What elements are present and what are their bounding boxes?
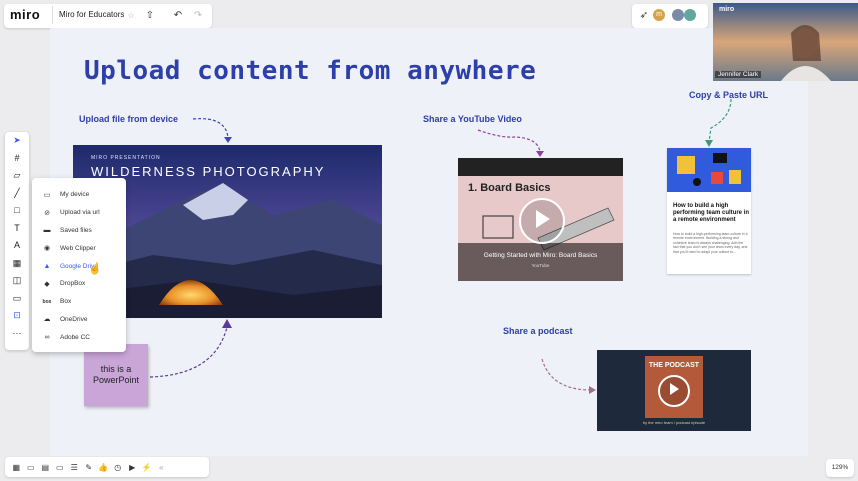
hand-cursor-icon: ☝	[88, 263, 102, 275]
yt-source: YouTube	[531, 263, 550, 268]
folder-icon: ▬	[43, 226, 51, 234]
box-icon: box	[42, 298, 52, 305]
reactions-icon[interactable]: 👍	[96, 463, 111, 472]
menu-item-onedrive[interactable]: ☁ OneDrive	[32, 311, 126, 329]
video-call-tile[interactable]: miro Jennifer Clark	[713, 3, 858, 81]
left-toolbar: ➤ # ▱ ╱ □ T A ▦ ◫ ▭ ⊡ ···	[5, 132, 29, 350]
menu-label: Box	[60, 298, 72, 306]
timer-icon[interactable]: ◷	[111, 463, 126, 472]
present-icon[interactable]: ▭	[53, 463, 68, 472]
yt-slide-title: 1. Board Basics	[468, 182, 551, 194]
menu-item-google-drive[interactable]: ▲ Google Drive	[32, 257, 126, 275]
video-call-name: Jennifer Clark	[715, 71, 762, 78]
zoom-level[interactable]: 129%	[826, 459, 854, 477]
chat-icon[interactable]: ▤	[38, 463, 53, 472]
card-icon[interactable]: ◫	[5, 272, 29, 290]
video-call-logo: miro	[719, 6, 735, 13]
podcast-card[interactable]: THE PODCAST by the miro team / podcast e…	[597, 350, 751, 431]
notes-icon[interactable]: ☰	[67, 463, 82, 472]
podcast-title: THE PODCAST	[648, 362, 700, 369]
play-icon	[536, 210, 550, 228]
youtube-video-card[interactable]: 1. Board Basics Getting Started with Mir…	[458, 158, 623, 281]
yt-caption: Getting Started with Miro: Board Basics	[483, 252, 598, 259]
url-article-card[interactable]: How to build a high performing team cult…	[667, 148, 751, 274]
menu-item-web-clipper[interactable]: ◉ Web Clipper	[32, 239, 126, 257]
menu-item-upload-url[interactable]: ⊘ Upload via url	[32, 204, 126, 222]
menu-label: Upload via url	[60, 209, 100, 217]
template-icon[interactable]: ▦	[5, 255, 29, 273]
menu-item-dropbox[interactable]: ◆ DropBox	[32, 275, 126, 293]
menu-item-saved-files[interactable]: ▬ Saved files	[32, 222, 126, 240]
collapse-icon[interactable]: «	[154, 463, 169, 472]
bottom-bar: ▦ ▭ ▤ ▭ ☰ ✎ 👍 ◷ ▶ ⚡ «	[5, 457, 209, 477]
edit-icon[interactable]: ✎	[82, 463, 97, 472]
google-drive-icon: ▲	[43, 262, 51, 270]
article-illustration	[667, 148, 751, 192]
comment-icon[interactable]: ▭	[5, 290, 29, 308]
link-icon: ⊘	[44, 209, 50, 217]
photo-title: WILDERNESS PHOTOGRAPHY	[91, 164, 326, 179]
menu-label: My device	[60, 191, 90, 199]
laptop-icon: ▭	[43, 191, 51, 199]
article-title: How to build a high performing team cult…	[673, 203, 750, 223]
video-icon[interactable]: ▶	[125, 463, 140, 472]
sticky-note[interactable]: this is a PowerPoint	[84, 344, 148, 406]
chrome-icon: ◉	[43, 245, 51, 253]
frame-icon[interactable]: #	[5, 150, 29, 168]
menu-label: Web Clipper	[60, 244, 96, 252]
adobe-icon: ∞	[44, 333, 50, 341]
dropbox-icon: ◆	[44, 280, 50, 288]
article-body: How to build a high-performing team cult…	[673, 232, 748, 254]
comments-icon[interactable]: ▭	[24, 463, 39, 472]
menu-label: Adobe CC	[60, 333, 90, 341]
sticky-note-text: this is a PowerPoint	[93, 364, 140, 385]
shape-icon[interactable]: □	[5, 202, 29, 220]
podcast-play-icon	[670, 383, 679, 395]
onedrive-icon: ☁	[43, 316, 51, 324]
pen-icon[interactable]: ╱	[5, 185, 29, 203]
menu-label: DropBox	[60, 280, 86, 288]
menu-label: Saved files	[60, 226, 92, 234]
text-icon[interactable]: T	[5, 220, 29, 238]
frames-icon[interactable]: ▦	[9, 463, 24, 472]
apps-icon[interactable]: ⚡	[140, 463, 155, 472]
cursor-icon[interactable]: ➤	[5, 132, 29, 150]
video-call-feed	[713, 3, 858, 81]
menu-item-box[interactable]: box Box	[32, 293, 126, 311]
podcast-caption: by the miro team / podcast episode	[642, 420, 706, 425]
menu-label: OneDrive	[60, 315, 88, 323]
upload-icon[interactable]: ⊡	[5, 307, 29, 325]
menu-item-adobe-cc[interactable]: ∞ Adobe CC	[32, 328, 126, 346]
yt-overlay	[458, 243, 623, 281]
menu-item-my-device[interactable]: ▭ My device	[32, 186, 126, 204]
more-icon[interactable]: ···	[5, 325, 29, 343]
sticky-note-icon[interactable]: ▱	[5, 167, 29, 185]
connector-icon[interactable]: A	[5, 237, 29, 255]
upload-menu: ▭ My device ⊘ Upload via url ▬ Saved files …	[32, 178, 126, 352]
photo-kicker: MIRO PRESENTATION	[91, 155, 161, 161]
